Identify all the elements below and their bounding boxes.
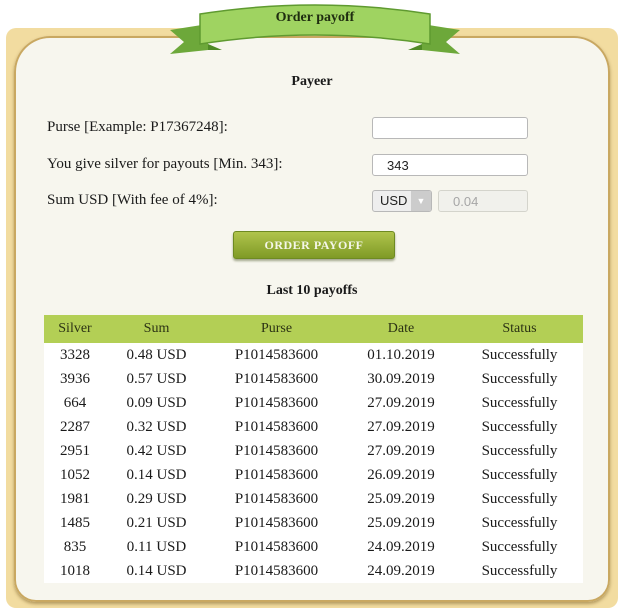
cell-silver: 3936 — [44, 367, 106, 391]
cell-status: Successfully — [456, 343, 583, 367]
order-payoff-button[interactable]: ORDER PAYOFF — [233, 231, 395, 259]
cell-purse: P1014583600 — [207, 367, 346, 391]
cell-sum: 0.14 USD — [106, 559, 207, 583]
table-row: 3936 0.57 USD P1014583600 30.09.2019 Success… — [44, 367, 583, 391]
cell-purse: P1014583600 — [207, 415, 346, 439]
table-row: 1485 0.21 USD P1014583600 25.09.2019 Success… — [44, 511, 583, 535]
cell-silver: 1018 — [44, 559, 106, 583]
cell-silver: 835 — [44, 535, 106, 559]
cell-purse: P1014583600 — [207, 463, 346, 487]
cell-sum: 0.32 USD — [106, 415, 207, 439]
cell-silver: 2951 — [44, 439, 106, 463]
purse-label: Purse [Example: P17367248]: — [47, 119, 228, 135]
silver-input[interactable] — [372, 154, 528, 176]
cell-purse: P1014583600 — [207, 559, 346, 583]
cell-silver: 1052 — [44, 463, 106, 487]
cell-sum: 0.14 USD — [106, 463, 207, 487]
cell-sum: 0.09 USD — [106, 391, 207, 415]
currency-select[interactable]: USD ▼ — [372, 190, 432, 212]
cell-silver: 1981 — [44, 487, 106, 511]
purse-input[interactable] — [372, 117, 528, 139]
cell-purse: P1014583600 — [207, 487, 346, 511]
payoffs-table: Silver Sum Purse Date Status 3328 0.48 US… — [44, 315, 583, 583]
cell-status: Successfully — [456, 439, 583, 463]
cell-date: 24.09.2019 — [346, 559, 456, 583]
cell-status: Successfully — [456, 415, 583, 439]
table-row: 1981 0.29 USD P1014583600 25.09.2019 Success… — [44, 487, 583, 511]
section-title-payeer: Payeer — [291, 74, 333, 89]
cell-purse: P1014583600 — [207, 343, 346, 367]
last-payoffs-title: Last 10 payoffs — [266, 283, 358, 298]
sum-usd-label: Sum USD [With fee of 4%]: — [47, 192, 218, 208]
cell-date: 27.09.2019 — [346, 391, 456, 415]
table-row: 3328 0.48 USD P1014583600 01.10.2019 Success… — [44, 343, 583, 367]
cell-date: 25.09.2019 — [346, 511, 456, 535]
cell-status: Successfully — [456, 535, 583, 559]
cell-purse: P1014583600 — [207, 535, 346, 559]
cell-silver: 664 — [44, 391, 106, 415]
column-header-sum: Sum — [106, 315, 207, 343]
cell-date: 25.09.2019 — [346, 487, 456, 511]
cell-status: Successfully — [456, 511, 583, 535]
cell-sum: 0.11 USD — [106, 535, 207, 559]
chevron-down-icon: ▼ — [411, 191, 431, 211]
cell-date: 30.09.2019 — [346, 367, 456, 391]
cell-date: 26.09.2019 — [346, 463, 456, 487]
cell-date: 27.09.2019 — [346, 415, 456, 439]
cell-sum: 0.21 USD — [106, 511, 207, 535]
column-header-date: Date — [346, 315, 456, 343]
cell-sum: 0.48 USD — [106, 343, 207, 367]
table-row: 1052 0.14 USD P1014583600 26.09.2019 Success… — [44, 463, 583, 487]
table-row: 1018 0.14 USD P1014583600 24.09.2019 Success… — [44, 559, 583, 583]
column-header-status: Status — [456, 315, 583, 343]
cell-sum: 0.29 USD — [106, 487, 207, 511]
cell-purse: P1014583600 — [207, 439, 346, 463]
table-row: 2951 0.42 USD P1014583600 27.09.2019 Success… — [44, 439, 583, 463]
page-title: Order payoff — [275, 10, 355, 25]
column-header-purse: Purse — [207, 315, 346, 343]
sum-usd-field — [438, 190, 528, 212]
cell-silver: 3328 — [44, 343, 106, 367]
cell-date: 27.09.2019 — [346, 439, 456, 463]
table-row: 2287 0.32 USD P1014583600 27.09.2019 Success… — [44, 415, 583, 439]
cell-sum: 0.57 USD — [106, 367, 207, 391]
cell-sum: 0.42 USD — [106, 439, 207, 463]
cell-status: Successfully — [456, 367, 583, 391]
table-row: 835 0.11 USD P1014583600 24.09.2019 Successf… — [44, 535, 583, 559]
cell-date: 01.10.2019 — [346, 343, 456, 367]
currency-select-value: USD — [380, 193, 408, 208]
cell-purse: P1014583600 — [207, 391, 346, 415]
table-header-row: Silver Sum Purse Date Status — [44, 315, 583, 343]
cell-status: Successfully — [456, 487, 583, 511]
table-row: 664 0.09 USD P1014583600 27.09.2019 Successf… — [44, 391, 583, 415]
cell-silver: 1485 — [44, 511, 106, 535]
cell-status: Successfully — [456, 559, 583, 583]
cell-purse: P1014583600 — [207, 511, 346, 535]
cell-status: Successfully — [456, 391, 583, 415]
cell-date: 24.09.2019 — [346, 535, 456, 559]
cell-silver: 2287 — [44, 415, 106, 439]
silver-label: You give silver for payouts [Min. 343]: — [47, 156, 283, 172]
column-header-silver: Silver — [44, 315, 106, 343]
cell-status: Successfully — [456, 463, 583, 487]
